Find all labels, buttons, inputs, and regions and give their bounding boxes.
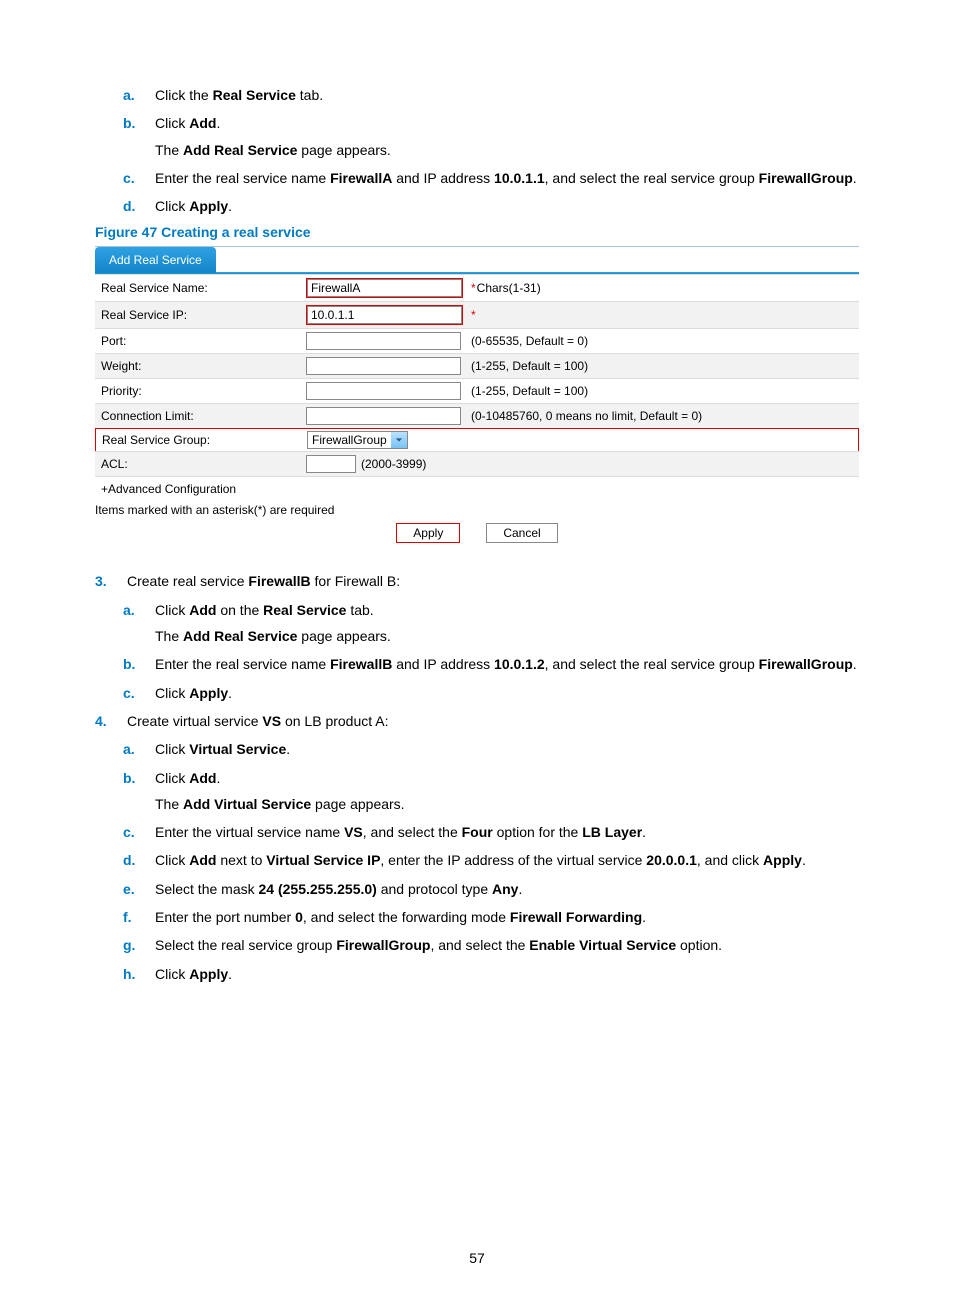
step-2a: a. Click the Real Service tab. xyxy=(155,85,859,105)
main-step-list: 3. Create real service FirewallB for Fir… xyxy=(95,571,859,983)
step-3a: a. Click Add on the Real Service tab. Th… xyxy=(155,600,859,647)
step-4h: h. Click Apply. xyxy=(155,964,859,984)
required-note: Items marked with an asterisk(*) are req… xyxy=(95,501,859,521)
row-real-service-name: Real Service Name: *Chars(1-31) xyxy=(95,274,859,302)
step-3b: b. Enter the real service name FirewallB… xyxy=(155,654,859,674)
step-2d: d. Click Apply. xyxy=(155,196,859,216)
step-4b: b. Click Add. The Add Virtual Service pa… xyxy=(155,768,859,815)
step-list-2: a. Click the Real Service tab. b. Click … xyxy=(95,85,859,216)
real-service-group-select[interactable]: FirewallGroup xyxy=(307,431,408,449)
row-real-service-group: Real Service Group: FirewallGroup xyxy=(95,428,859,452)
cancel-button[interactable]: Cancel xyxy=(486,523,557,543)
apply-button[interactable]: Apply xyxy=(396,523,460,543)
real-service-name-input[interactable] xyxy=(307,279,462,297)
page-number: 57 xyxy=(0,1250,954,1266)
step-4d: d. Click Add next to Virtual Service IP,… xyxy=(155,850,859,870)
row-acl: ACL: (2000-3999) xyxy=(95,451,859,477)
figure-caption: Figure 47 Creating a real service xyxy=(95,224,859,240)
acl-input[interactable] xyxy=(306,455,356,473)
connection-limit-input[interactable] xyxy=(306,407,461,425)
step-4g: g. Select the real service group Firewal… xyxy=(155,935,859,955)
row-real-service-ip: Real Service IP: * xyxy=(95,301,859,329)
row-priority: Priority: (1-255, Default = 100) xyxy=(95,378,859,404)
priority-input[interactable] xyxy=(306,382,461,400)
step-4f: f. Enter the port number 0, and select t… xyxy=(155,907,859,927)
weight-input[interactable] xyxy=(306,357,461,375)
port-input[interactable] xyxy=(306,332,461,350)
screenshot-add-real-service: Add Real Service Real Service Name: *Cha… xyxy=(95,246,859,543)
row-port: Port: (0-65535, Default = 0) xyxy=(95,328,859,354)
step-4a: a. Click Virtual Service. xyxy=(155,739,859,759)
advanced-configuration-link[interactable]: +Advanced Configuration xyxy=(95,477,859,501)
step-3c: c. Click Apply. xyxy=(155,683,859,703)
step-4: 4. Create virtual service VS on LB produ… xyxy=(127,711,859,984)
step-4e: e. Select the mask 24 (255.255.255.0) an… xyxy=(155,879,859,899)
row-connection-limit: Connection Limit: (0-10485760, 0 means n… xyxy=(95,403,859,429)
chevron-down-icon xyxy=(391,432,407,448)
row-weight: Weight: (1-255, Default = 100) xyxy=(95,353,859,379)
step-3: 3. Create real service FirewallB for Fir… xyxy=(127,571,859,702)
tab-add-real-service[interactable]: Add Real Service xyxy=(95,247,216,273)
step-4c: c. Enter the virtual service name VS, an… xyxy=(155,822,859,842)
step-2c: c. Enter the real service name FirewallA… xyxy=(155,168,859,188)
real-service-ip-input[interactable] xyxy=(307,306,462,324)
step-2b: b. Click Add. The Add Real Service page … xyxy=(155,113,859,160)
